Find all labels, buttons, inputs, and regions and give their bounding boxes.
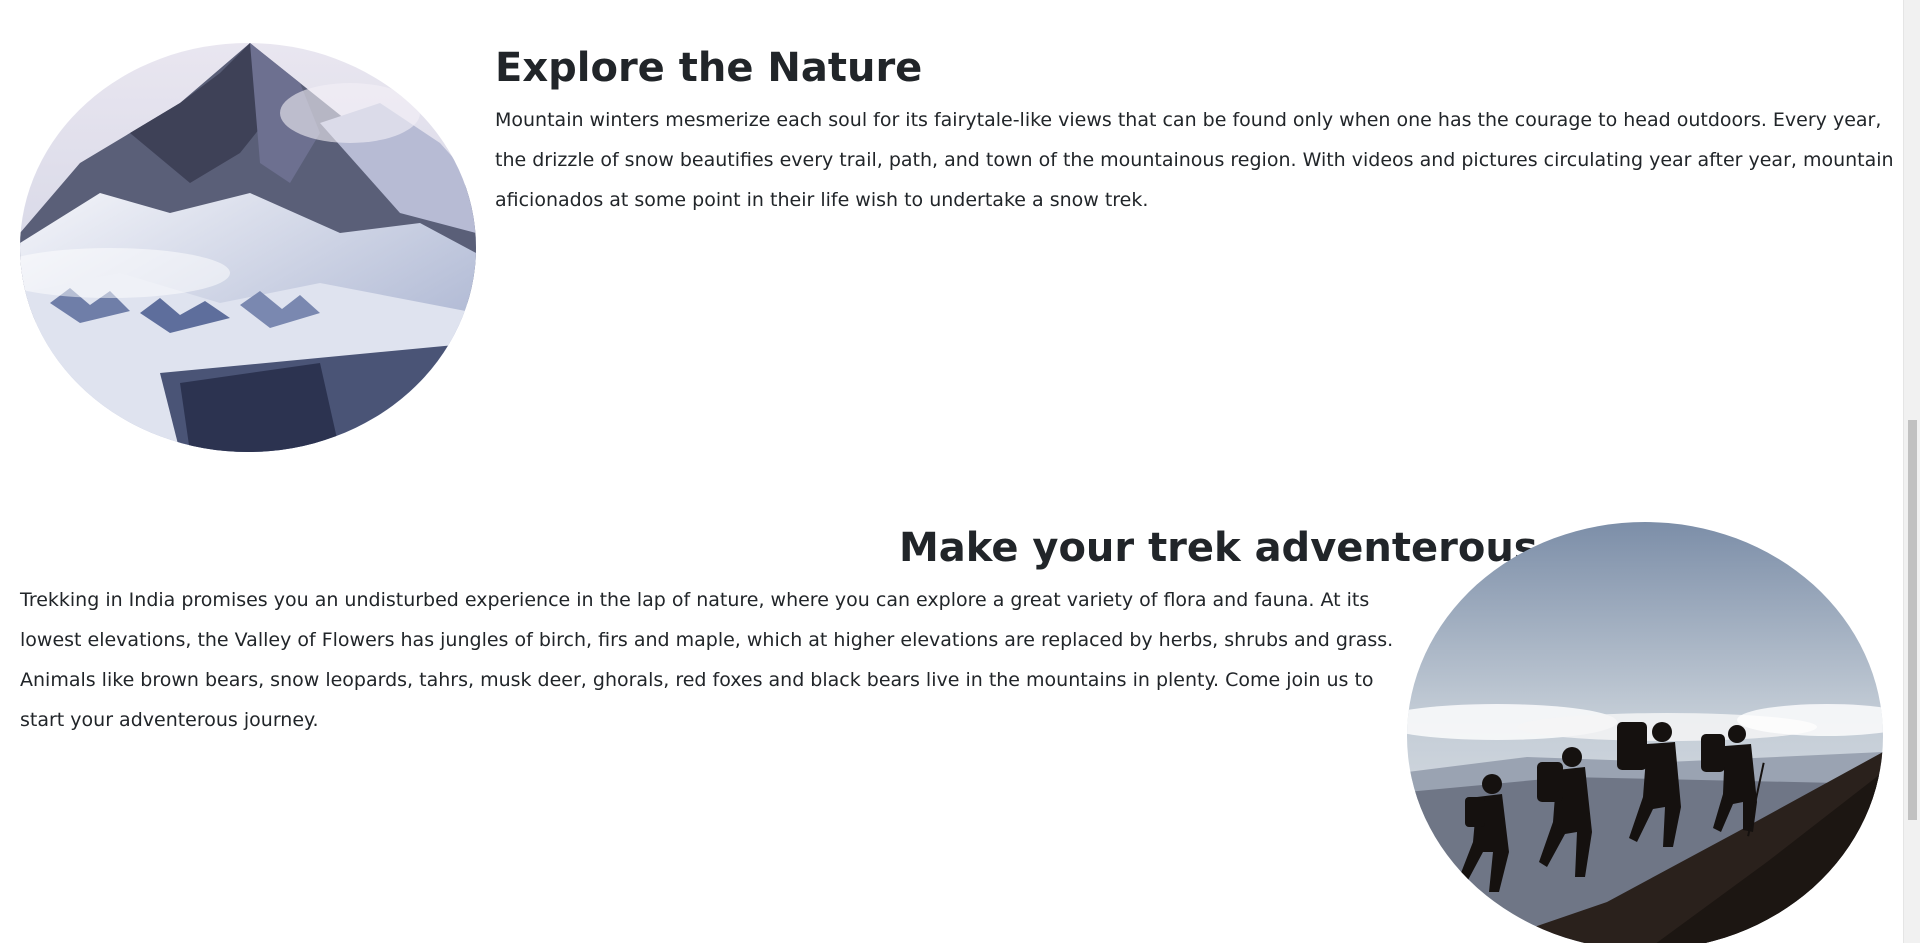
scrollbar-thumb[interactable] bbox=[1908, 420, 1917, 820]
snowy-mountain-illustration bbox=[20, 43, 476, 452]
page: Explore the Nature Mountain winters mesm… bbox=[0, 0, 1920, 943]
snowy-mountain-image bbox=[20, 43, 476, 452]
section-title: Explore the Nature bbox=[495, 45, 923, 91]
trek-adventure-section: Make your trek adventerous Trekking in I… bbox=[0, 470, 1900, 943]
explore-nature-section: Explore the Nature Mountain winters mesm… bbox=[0, 0, 1900, 470]
section-description: Trekking in India promises you an undist… bbox=[20, 589, 1394, 731]
section-description: Mountain winters mesmerize each soul for… bbox=[495, 109, 1894, 211]
hikers-silhouette-illustration bbox=[1407, 522, 1883, 943]
page-scrollbar[interactable] bbox=[1903, 0, 1920, 943]
hikers-image bbox=[1407, 522, 1883, 943]
section-title: Make your trek adventerous bbox=[899, 525, 1538, 571]
